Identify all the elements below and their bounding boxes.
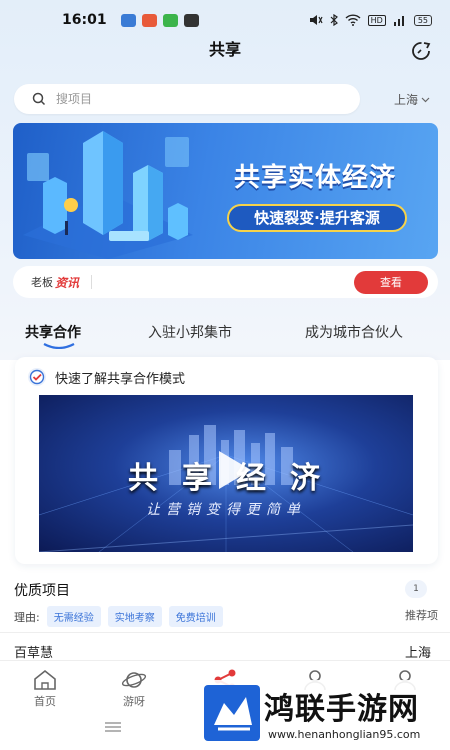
- tab-active-indicator: [43, 343, 75, 349]
- view-news-button[interactable]: 查看: [354, 271, 428, 294]
- tab-share-cooperation[interactable]: 共享合作: [25, 322, 81, 342]
- battery-icon: 55: [413, 14, 432, 26]
- side-recommend-label[interactable]: 推荐项: [405, 607, 438, 623]
- tab-city-partner[interactable]: 成为城市合伙人: [305, 322, 403, 342]
- nav-label-play: 游呀: [123, 695, 145, 708]
- watermark-url: www.henanhonglian95.com: [268, 728, 421, 741]
- app-blue-icon: [120, 13, 136, 27]
- search-box[interactable]: [14, 84, 360, 114]
- tag-site-visit: 实地考察: [107, 606, 162, 627]
- status-indicators: HD 55: [309, 14, 432, 26]
- banner-subline: 快速裂变·提升客源: [227, 204, 407, 232]
- projects-heading: 优质项目: [14, 583, 70, 599]
- status-app-icons: [120, 13, 199, 27]
- nav-item-home[interactable]: 首页: [15, 669, 75, 709]
- banner-city-illustration: [23, 131, 193, 259]
- status-time: 16:01: [62, 12, 107, 28]
- tab-join-market[interactable]: 入驻小邦集市: [148, 322, 232, 342]
- news-label-boss: 老板: [31, 276, 53, 289]
- intro-card: 快速了解共享合作模式 共享经济 让营销变得更简单: [15, 357, 438, 564]
- intro-card-title: 快速了解共享合作模式: [55, 371, 186, 387]
- title-bar: 共享: [0, 36, 450, 64]
- chevron-down-icon: [421, 97, 430, 102]
- intro-video[interactable]: 共享经济 让营销变得更简单: [39, 395, 413, 552]
- watermark: 鸿联手游网 www.henanhonglian95.com: [196, 680, 450, 750]
- mute-icon: [309, 15, 323, 25]
- search-icon: [32, 92, 46, 106]
- tab-bar: 共享合作 入驻小邦集市 成为城市合伙人: [0, 318, 450, 352]
- news-divider: [91, 275, 93, 289]
- menu-lines-icon[interactable]: [104, 722, 122, 732]
- promo-banner[interactable]: 共享实体经济 快速裂变·提升客源: [13, 123, 438, 259]
- signal-icon: [393, 16, 404, 26]
- project-name[interactable]: 百草慧: [14, 642, 53, 661]
- check-badge-icon: [28, 368, 46, 386]
- banner-headline: 共享实体经济: [233, 163, 396, 193]
- nav-item-play[interactable]: 游呀: [104, 669, 164, 709]
- news-bar[interactable]: 老板 资讯 查看: [13, 266, 438, 298]
- tag-no-experience: 无需经验: [46, 606, 101, 627]
- watermark-title: 鸿联手游网: [264, 692, 419, 727]
- tag-free-training: 免费培训: [168, 606, 223, 627]
- planet-icon: [121, 672, 147, 688]
- nav-label-home: 首页: [34, 695, 56, 708]
- wifi-icon: [345, 14, 361, 26]
- intro-card-header: 快速了解共享合作模式: [27, 367, 185, 387]
- news-label-info: 资讯: [55, 275, 80, 290]
- status-bar: 16:01 HD 55: [0, 0, 450, 40]
- page-title: 共享: [208, 40, 241, 59]
- project-city: 上海: [405, 646, 432, 661]
- app-red-icon: [141, 13, 157, 27]
- video-subtitle: 让营销变得更简单: [146, 502, 306, 518]
- play-icon[interactable]: [215, 449, 253, 491]
- city-label: 上海: [394, 93, 419, 107]
- network-type: HD: [367, 14, 386, 26]
- reason-row: 理由: 无需经验 实地考察 免费培训: [14, 606, 223, 627]
- search-input[interactable]: [56, 92, 316, 106]
- refresh-icon[interactable]: [410, 40, 432, 62]
- reason-label: 理由:: [14, 610, 40, 624]
- app-green-icon: [183, 13, 199, 27]
- watermark-logo: [204, 685, 260, 741]
- app-orange-icon: [162, 13, 178, 27]
- city-select[interactable]: 上海: [394, 91, 430, 108]
- row-divider: [0, 632, 450, 633]
- bluetooth-icon: [330, 14, 338, 26]
- side-count-badge: 1: [405, 580, 427, 598]
- home-icon: [34, 669, 56, 690]
